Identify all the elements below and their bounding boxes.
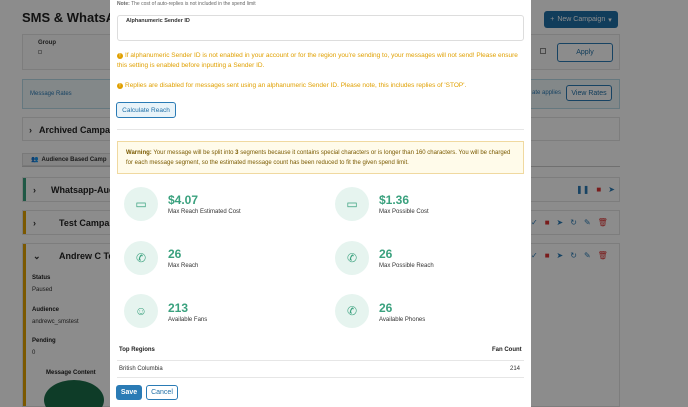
sender-id-warning: ! If alphanumeric Sender ID is not enable… [117, 51, 527, 71]
replies-warning: ! Replies are disabled for messages sent … [117, 81, 527, 91]
fan-icon: ☺ [124, 294, 158, 328]
table-header-count: Fan Count [492, 347, 522, 353]
warning-text: Your message will be split into [153, 150, 234, 156]
stat-label: Max Possible Cost [379, 209, 429, 215]
stat-value: $1.36 [379, 193, 410, 207]
stat-label: Available Phones [379, 317, 426, 323]
stat-value: 26 [379, 301, 393, 315]
phone-icon: ✆ [124, 241, 158, 275]
spend-note: Note: The cost of auto-replies is not in… [117, 1, 256, 7]
warning-title: Warning: [126, 150, 152, 156]
stat-value: 213 [168, 301, 189, 315]
stat-label: Max Reach [168, 263, 199, 269]
warning-text: Replies are disabled for messages sent u… [125, 82, 467, 89]
table-cell-count: 214 [510, 366, 521, 372]
note-prefix: Note: [117, 1, 130, 7]
save-button[interactable]: Save [116, 385, 142, 400]
stat-value: 26 [168, 247, 182, 261]
segment-count: 3 [235, 150, 239, 156]
stat-label: Max Possible Reach [379, 263, 434, 269]
divider [117, 129, 524, 130]
money-icon: ▭ [124, 187, 158, 221]
stat-label: Available Fans [168, 317, 208, 323]
warning-icon: ! [117, 53, 123, 59]
cancel-button[interactable]: Cancel [146, 385, 178, 400]
warning-text: If alphanumeric Sender ID is not enabled… [117, 52, 518, 69]
table-divider [117, 360, 524, 361]
table-cell-region: British Columbia [119, 366, 163, 372]
note-text: The cost of auto-replies is not included… [131, 1, 256, 7]
calculate-reach-button[interactable]: Calculate Reach [116, 102, 176, 118]
phone-icon: ✆ [335, 294, 369, 328]
table-divider [117, 377, 524, 378]
phone-icon: ✆ [335, 241, 369, 275]
sender-id-label: Alphanumeric Sender ID [126, 18, 190, 24]
segment-warning: Warning: Your message will be split into… [117, 141, 524, 174]
table-header-region: Top Regions [119, 347, 155, 353]
warning-icon: ! [117, 83, 123, 89]
stat-value: 26 [379, 247, 393, 261]
stat-label: Max Reach Estimated Cost [168, 209, 241, 215]
money-icon: ▭ [335, 187, 369, 221]
stat-value: $4.07 [168, 193, 199, 207]
